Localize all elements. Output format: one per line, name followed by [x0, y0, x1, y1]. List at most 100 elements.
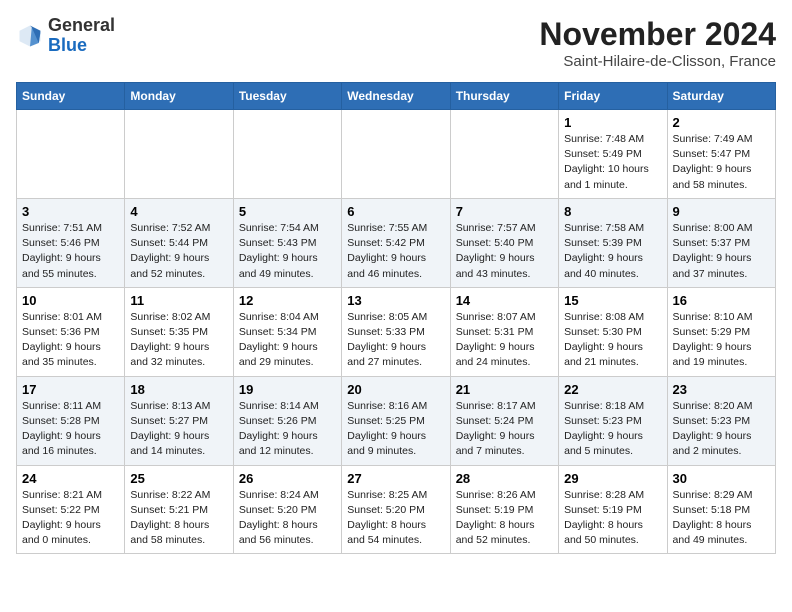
day-cell: 7Sunrise: 7:57 AM Sunset: 5:40 PM Daylig…	[450, 198, 558, 287]
day-info: Sunrise: 7:58 AM Sunset: 5:39 PM Dayligh…	[564, 221, 661, 282]
day-info: Sunrise: 7:54 AM Sunset: 5:43 PM Dayligh…	[239, 221, 336, 282]
day-number: 21	[456, 382, 553, 397]
calendar-body: 1 Sunrise: 7:48 AM Sunset: 5:49 PM Daylig…	[17, 110, 776, 554]
day-cell: 4Sunrise: 7:52 AM Sunset: 5:44 PM Daylig…	[125, 198, 233, 287]
day-number: 15	[564, 293, 661, 308]
day-number: 29	[564, 471, 661, 486]
day-number: 28	[456, 471, 553, 486]
day-info: Sunrise: 8:24 AM Sunset: 5:20 PM Dayligh…	[239, 488, 336, 549]
day-cell: 24 Sunrise: 8:21 AM Sunset: 5:22 PM Dayli…	[17, 465, 125, 554]
day-cell: 3 Sunrise: 7:51 AM Sunset: 5:46 PM Daylig…	[17, 198, 125, 287]
day-cell: 16 Sunrise: 8:10 AM Sunset: 5:29 PM Dayli…	[667, 287, 775, 376]
day-number: 25	[130, 471, 227, 486]
logo-text: General Blue	[48, 16, 115, 56]
day-cell: 13Sunrise: 8:05 AM Sunset: 5:33 PM Dayli…	[342, 287, 450, 376]
day-info: Sunrise: 8:29 AM Sunset: 5:18 PM Dayligh…	[673, 488, 770, 549]
location-title: Saint-Hilaire-de-Clisson, France	[539, 53, 776, 70]
day-number: 2	[673, 115, 770, 130]
day-number: 19	[239, 382, 336, 397]
day-cell: 28 Sunrise: 8:26 AM Sunset: 5:19 PM Dayli…	[450, 465, 558, 554]
day-info: Sunrise: 8:10 AM Sunset: 5:29 PM Dayligh…	[673, 310, 770, 371]
day-cell: 29 Sunrise: 8:28 AM Sunset: 5:19 PM Dayli…	[559, 465, 667, 554]
day-number: 3	[22, 204, 119, 219]
day-info: Sunrise: 8:28 AM Sunset: 5:19 PM Dayligh…	[564, 488, 661, 549]
day-info: Sunrise: 8:02 AM Sunset: 5:35 PM Dayligh…	[130, 310, 227, 371]
day-info: Sunrise: 7:49 AM Sunset: 5:47 PM Dayligh…	[673, 132, 770, 193]
day-cell	[233, 110, 341, 199]
week-row-3: 10Sunrise: 8:01 AM Sunset: 5:36 PM Dayli…	[17, 287, 776, 376]
day-cell	[450, 110, 558, 199]
col-thursday: Thursday	[450, 83, 558, 110]
day-cell: 1 Sunrise: 7:48 AM Sunset: 5:49 PM Daylig…	[559, 110, 667, 199]
week-row-2: 3 Sunrise: 7:51 AM Sunset: 5:46 PM Daylig…	[17, 198, 776, 287]
day-cell: 12 Sunrise: 8:04 AM Sunset: 5:34 PM Dayli…	[233, 287, 341, 376]
logo: General Blue	[16, 16, 115, 56]
day-info: Sunrise: 8:22 AM Sunset: 5:21 PM Dayligh…	[130, 488, 227, 549]
month-title: November 2024	[539, 16, 776, 53]
day-number: 11	[130, 293, 227, 308]
week-row-1: 1 Sunrise: 7:48 AM Sunset: 5:49 PM Daylig…	[17, 110, 776, 199]
day-cell: 11 Sunrise: 8:02 AM Sunset: 5:35 PM Dayli…	[125, 287, 233, 376]
day-cell: 5 Sunrise: 7:54 AM Sunset: 5:43 PM Daylig…	[233, 198, 341, 287]
day-number: 13	[347, 293, 444, 308]
day-number: 8	[564, 204, 661, 219]
logo-blue-text: Blue	[48, 36, 115, 56]
col-monday: Monday	[125, 83, 233, 110]
day-number: 17	[22, 382, 119, 397]
day-info: Sunrise: 8:00 AM Sunset: 5:37 PM Dayligh…	[673, 221, 770, 282]
day-info: Sunrise: 8:25 AM Sunset: 5:20 PM Dayligh…	[347, 488, 444, 549]
day-info: Sunrise: 7:48 AM Sunset: 5:49 PM Dayligh…	[564, 132, 661, 193]
logo-general-text: General	[48, 16, 115, 36]
day-cell: 25 Sunrise: 8:22 AM Sunset: 5:21 PM Dayli…	[125, 465, 233, 554]
day-cell: 14Sunrise: 8:07 AM Sunset: 5:31 PM Dayli…	[450, 287, 558, 376]
day-number: 1	[564, 115, 661, 130]
day-number: 27	[347, 471, 444, 486]
day-cell: 21Sunrise: 8:17 AM Sunset: 5:24 PM Dayli…	[450, 376, 558, 465]
day-info: Sunrise: 7:51 AM Sunset: 5:46 PM Dayligh…	[22, 221, 119, 282]
day-number: 20	[347, 382, 444, 397]
day-info: Sunrise: 8:04 AM Sunset: 5:34 PM Dayligh…	[239, 310, 336, 371]
day-info: Sunrise: 8:18 AM Sunset: 5:23 PM Dayligh…	[564, 399, 661, 460]
day-cell: 10Sunrise: 8:01 AM Sunset: 5:36 PM Dayli…	[17, 287, 125, 376]
day-info: Sunrise: 8:13 AM Sunset: 5:27 PM Dayligh…	[130, 399, 227, 460]
day-cell: 22 Sunrise: 8:18 AM Sunset: 5:23 PM Dayli…	[559, 376, 667, 465]
day-info: Sunrise: 7:55 AM Sunset: 5:42 PM Dayligh…	[347, 221, 444, 282]
day-cell: 26Sunrise: 8:24 AM Sunset: 5:20 PM Dayli…	[233, 465, 341, 554]
col-friday: Friday	[559, 83, 667, 110]
day-number: 22	[564, 382, 661, 397]
day-info: Sunrise: 8:21 AM Sunset: 5:22 PM Dayligh…	[22, 488, 119, 549]
day-cell	[125, 110, 233, 199]
day-number: 30	[673, 471, 770, 486]
col-sunday: Sunday	[17, 83, 125, 110]
day-number: 16	[673, 293, 770, 308]
day-info: Sunrise: 8:08 AM Sunset: 5:30 PM Dayligh…	[564, 310, 661, 371]
day-cell: 23Sunrise: 8:20 AM Sunset: 5:23 PM Dayli…	[667, 376, 775, 465]
day-number: 5	[239, 204, 336, 219]
col-saturday: Saturday	[667, 83, 775, 110]
day-cell: 17 Sunrise: 8:11 AM Sunset: 5:28 PM Dayli…	[17, 376, 125, 465]
day-info: Sunrise: 8:26 AM Sunset: 5:19 PM Dayligh…	[456, 488, 553, 549]
day-cell: 19 Sunrise: 8:14 AM Sunset: 5:26 PM Dayli…	[233, 376, 341, 465]
header-row: Sunday Monday Tuesday Wednesday Thursday…	[17, 83, 776, 110]
col-tuesday: Tuesday	[233, 83, 341, 110]
day-number: 7	[456, 204, 553, 219]
calendar-table: Sunday Monday Tuesday Wednesday Thursday…	[16, 82, 776, 554]
day-info: Sunrise: 8:16 AM Sunset: 5:25 PM Dayligh…	[347, 399, 444, 460]
day-cell: 18Sunrise: 8:13 AM Sunset: 5:27 PM Dayli…	[125, 376, 233, 465]
day-info: Sunrise: 8:20 AM Sunset: 5:23 PM Dayligh…	[673, 399, 770, 460]
header: General Blue November 2024 Saint-Hilaire…	[16, 16, 776, 70]
day-number: 9	[673, 204, 770, 219]
day-cell	[342, 110, 450, 199]
day-info: Sunrise: 8:11 AM Sunset: 5:28 PM Dayligh…	[22, 399, 119, 460]
day-info: Sunrise: 7:52 AM Sunset: 5:44 PM Dayligh…	[130, 221, 227, 282]
day-cell: 8 Sunrise: 7:58 AM Sunset: 5:39 PM Daylig…	[559, 198, 667, 287]
day-info: Sunrise: 8:07 AM Sunset: 5:31 PM Dayligh…	[456, 310, 553, 371]
day-cell: 30 Sunrise: 8:29 AM Sunset: 5:18 PM Dayli…	[667, 465, 775, 554]
day-number: 24	[22, 471, 119, 486]
day-cell: 27 Sunrise: 8:25 AM Sunset: 5:20 PM Dayli…	[342, 465, 450, 554]
day-info: Sunrise: 8:14 AM Sunset: 5:26 PM Dayligh…	[239, 399, 336, 460]
day-number: 6	[347, 204, 444, 219]
title-area: November 2024 Saint-Hilaire-de-Clisson, …	[539, 16, 776, 70]
day-number: 12	[239, 293, 336, 308]
day-cell: 2 Sunrise: 7:49 AM Sunset: 5:47 PM Daylig…	[667, 110, 775, 199]
